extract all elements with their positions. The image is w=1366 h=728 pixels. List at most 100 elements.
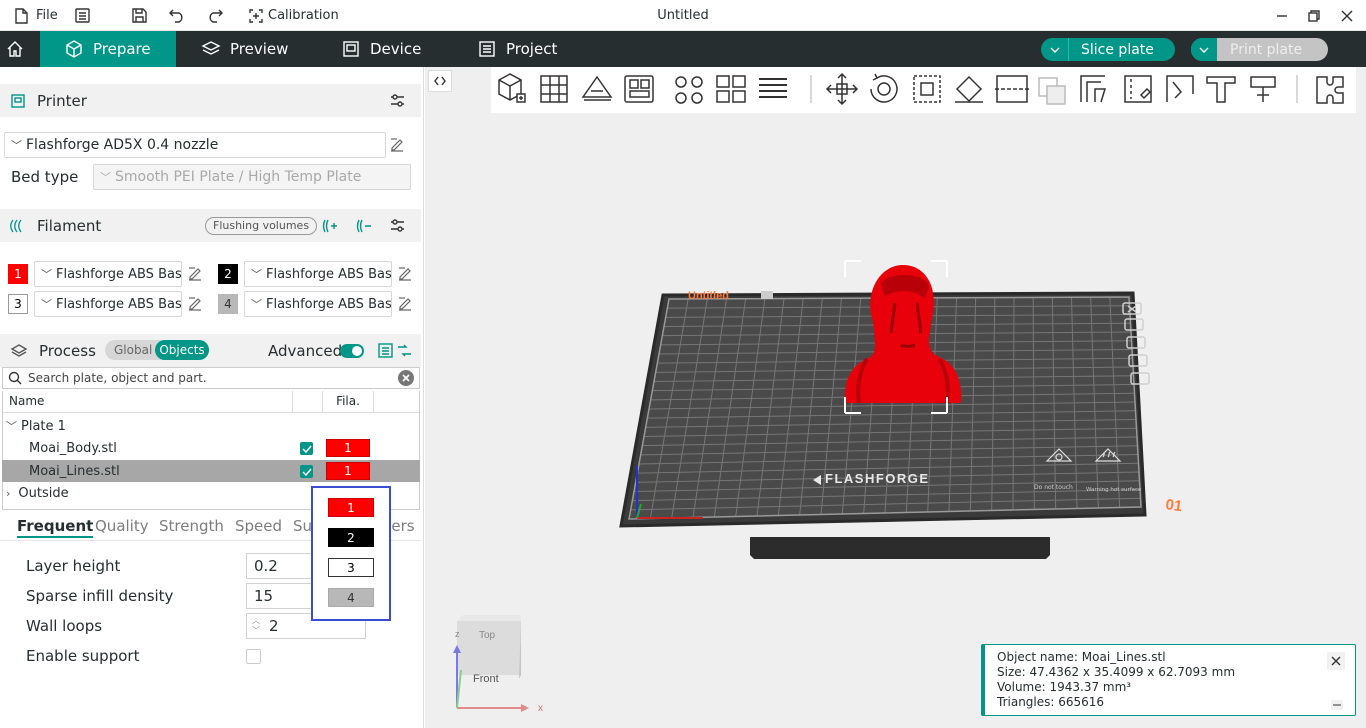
home-button[interactable] [0,31,40,67]
print-dropdown-chevron-icon[interactable] [1191,38,1217,61]
boolean-tool-icon[interactable] [1038,77,1066,105]
table-row[interactable]: Moai_Body.stl 1 [2,437,420,459]
filament-slot-1-select[interactable]: ﹀ Flashforge ABS Basic [34,261,182,287]
filament-slot-4-select[interactable]: ﹀ Flashforge ABS Basic [244,291,392,317]
rotate-tool-icon[interactable] [870,73,898,103]
redo-button[interactable] [207,0,223,31]
object-visible-checkbox[interactable] [300,465,313,478]
filament-slot-4-badge[interactable]: 4 [218,294,238,314]
lay-on-face-icon[interactable] [955,75,983,103]
object-filament-chip[interactable]: 1 [326,439,370,457]
main-menu-button[interactable] [75,0,90,31]
swap-profile-icon[interactable] [397,343,412,358]
printer-settings-icon[interactable] [390,93,405,108]
stepper-arrows-icon[interactable]: ︿ ﹀ [252,616,260,636]
edit-filament-2-icon[interactable] [397,266,413,282]
advanced-switch[interactable] [340,344,364,358]
add-filament-icon[interactable] [322,218,338,234]
col-fila-header[interactable]: Fila. [323,394,373,408]
tab-preview[interactable]: Preview [201,31,289,67]
tab-strength[interactable]: Strength [159,517,224,535]
toggle-objects-label[interactable]: Objects [155,340,209,360]
tab-speed[interactable]: Speed [235,517,282,535]
tab-preview-label: Preview [230,40,289,58]
layer-height-input[interactable]: 0.2 [246,553,316,579]
filament-slot-2-select[interactable]: ﹀ Flashforge ABS Basic [244,261,392,287]
maximize-button[interactable] [1308,0,1320,31]
arrange-icon[interactable] [624,75,654,103]
plate-name-edit-icon[interactable] [761,291,773,299]
close-info-button[interactable] [1327,652,1345,670]
clear-search-icon[interactable] [398,370,414,386]
filament-dropdown[interactable]: 1 2 3 4 [311,486,391,621]
search-input[interactable]: Search plate, object and part. [28,371,207,385]
chevron-right-icon[interactable]: › [6,487,10,500]
filament-option-4[interactable]: 4 [328,588,374,607]
tab-project[interactable]: Project [478,31,557,67]
tab-prepare[interactable]: Prepare [40,31,176,67]
printer-select[interactable]: ﹀ Flashforge AD5X 0.4 nozzle [4,132,386,158]
remove-filament-icon[interactable] [356,218,372,234]
support-paint-icon[interactable] [1080,75,1107,103]
split-parts-icon[interactable] [716,75,746,103]
table-row[interactable]: Moai_Lines.stl 1 [2,460,420,482]
edit-printer-icon[interactable] [389,137,405,153]
tree-plate-row[interactable]: ﹀ Plate 1 [2,415,420,437]
collapse-info-button[interactable] [1331,700,1343,710]
filament-option-3[interactable]: 3 [328,558,374,577]
save-button[interactable] [132,0,147,31]
scene-canvas[interactable]: Untitled FLASHFORGE Do not touch Warning… [425,113,1366,728]
bed-type-select[interactable]: ﹀ Smooth PEI Plate / High Temp Plate [93,164,411,190]
measure-tool-icon[interactable] [1250,76,1276,102]
tab-quality[interactable]: Quality [95,517,149,535]
filament-option-2[interactable]: 2 [328,528,374,547]
flushing-volumes-button[interactable]: Flushing volumes [205,216,318,235]
undo-icon [169,9,183,23]
filament-slot-3-badge[interactable]: 3 [8,294,28,314]
navigation-cube[interactable]: Top Front z x [453,615,543,714]
filament-slot-3-select[interactable]: ﹀ Flashforge ABS Basic [34,291,182,317]
auto-orient-icon[interactable] [581,75,613,101]
color-paint-icon[interactable] [1166,75,1194,102]
text-tool-icon[interactable] [1206,76,1236,103]
undo-button[interactable] [169,0,185,31]
file-menu[interactable]: File [14,0,58,31]
cut-tool-icon[interactable] [995,75,1029,103]
filament-option-1[interactable]: 1 [328,498,374,517]
add-plate-icon[interactable] [540,75,568,103]
object-visible-checkbox[interactable] [300,442,313,455]
minimize-button[interactable] [1276,0,1288,31]
layer-editing-icon[interactable] [759,78,787,98]
tab-device[interactable]: Device [342,31,421,67]
infill-density-input[interactable]: 15 [246,583,316,609]
move-tool-icon[interactable] [825,72,859,106]
edit-filament-4-icon[interactable] [397,296,413,312]
filament-settings-icon[interactable] [390,218,405,233]
tab-frequent[interactable]: Frequent [17,517,94,538]
restore-icon [1308,9,1320,22]
enable-support-checkbox[interactable] [246,649,261,664]
object-filament-chip[interactable]: 1 [326,462,370,480]
seam-paint-icon[interactable] [1124,75,1152,103]
slice-dropdown-chevron-icon[interactable] [1041,38,1069,61]
print-plate-button[interactable]: Print plate [1191,38,1328,61]
scale-tool-icon[interactable] [913,75,941,103]
add-object-icon[interactable] [498,73,526,103]
list-compare-icon[interactable] [378,343,393,358]
calibration-label: Calibration [268,8,339,23]
filament-slot-1-badge[interactable]: 1 [8,264,28,284]
edit-filament-1-icon[interactable] [187,266,203,282]
col-name-header[interactable]: Name [9,394,44,408]
object-search-box[interactable]: Search plate, object and part. [2,367,420,389]
calibration-menu[interactable]: Calibration [249,0,339,31]
global-objects-toggle[interactable]: Global Objects [105,340,209,360]
split-objects-icon[interactable] [675,76,703,104]
toggle-global-label[interactable]: Global [114,343,152,357]
collapse-sidebar-button[interactable] [428,70,452,92]
assembly-view-icon[interactable] [1316,76,1344,104]
close-window-button[interactable] [1341,0,1353,31]
slice-plate-button[interactable]: Slice plate [1041,38,1175,61]
filament-slot-2-badge[interactable]: 2 [218,264,238,284]
edit-filament-3-icon[interactable] [187,296,203,312]
chevron-down-icon[interactable]: ﹀ [6,418,17,434]
